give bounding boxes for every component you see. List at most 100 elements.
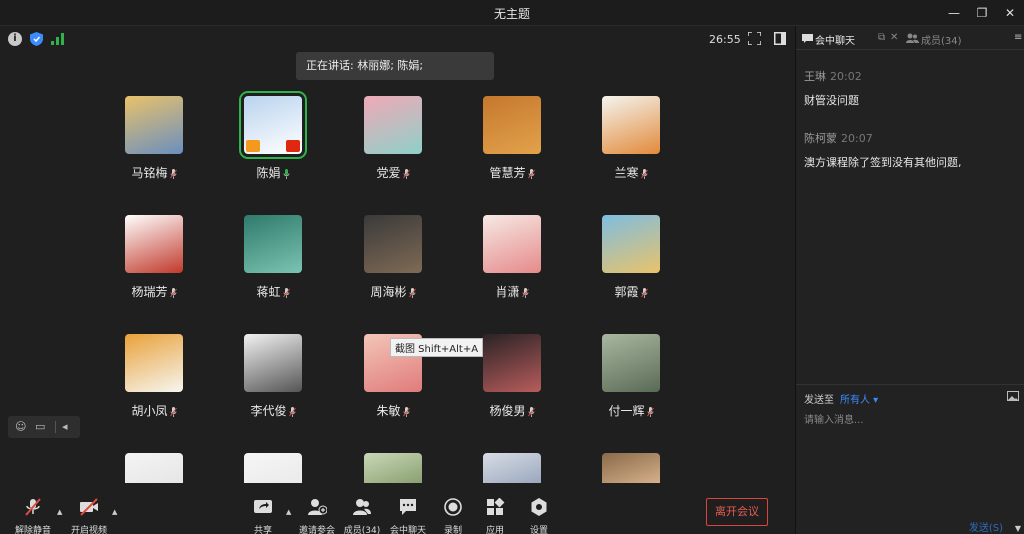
participant-name: 周海彬 <box>370 285 407 299</box>
popout-icon[interactable]: ⧉ <box>878 32 885 43</box>
participant-avatar <box>244 334 302 392</box>
participant-avatar <box>483 334 541 392</box>
signal-strength-icon[interactable] <box>51 33 65 45</box>
participant-tile[interactable]: 郭霞 <box>586 215 676 300</box>
participant-name: 兰寒 <box>614 166 639 180</box>
sidebar-menu-icon[interactable]: ≡ <box>1014 32 1022 43</box>
minimize-icon[interactable]: — <box>945 4 963 22</box>
window-title: 无主题 <box>493 7 530 21</box>
participant-tile[interactable] <box>586 453 676 483</box>
participant-avatar <box>125 334 183 392</box>
participant-name-row: 朱敏 <box>348 402 438 419</box>
video-grid-area: i 26:55 正在讲话: 林丽娜; 陈娟; 马铭梅 陈娟 党爱 管慧芳 兰寒 杨瑞芳 蒋虹… <box>0 26 794 534</box>
participant-avatar <box>244 453 302 483</box>
message-text: 财管没问题 <box>804 94 859 107</box>
chat-icon <box>400 499 416 515</box>
reaction-bar: ☺ ▭ ◂ <box>8 416 80 438</box>
comment-icon[interactable]: ▭ <box>35 421 47 433</box>
mic-muted-icon <box>646 406 654 417</box>
chat-compose: 发送至 所有人 ▾ 请输入消息... 发送(S) ▼ <box>796 384 1024 534</box>
bottom-toolbar: 解除静音 ▲ 开启视频 ▲ 共享 ▲ 邀请参会 成员(34) 会中聊天 录制 应… <box>0 490 794 534</box>
participant-avatar <box>125 215 183 273</box>
participant-name: 胡小凤 <box>131 404 168 418</box>
participant-name-row: 蒋虹 <box>228 283 318 300</box>
mic-muted-icon <box>640 168 648 179</box>
members-button[interactable]: 成员(34) <box>337 498 387 534</box>
participant-tile[interactable]: 马铭梅 <box>109 96 199 181</box>
participant-tile[interactable]: 蒋虹 <box>228 215 318 300</box>
leave-meeting-button[interactable]: 离开会议 <box>706 498 768 526</box>
mic-muted-icon <box>408 287 416 298</box>
video-options-caret[interactable]: ▲ <box>112 508 118 516</box>
members-tab-icon <box>906 33 919 43</box>
collapse-left-icon[interactable]: ◂ <box>55 421 69 433</box>
participant-name: 陈娟 <box>256 166 281 180</box>
participant-tile[interactable]: 管慧芳 <box>467 96 557 181</box>
chat-tab-icon <box>802 34 813 43</box>
participant-tile[interactable]: 杨瑞芳 <box>109 215 199 300</box>
message-input[interactable]: 请输入消息... <box>804 411 864 426</box>
chat-button[interactable]: 会中聊天 <box>383 498 433 534</box>
layout-toggle-icon[interactable] <box>774 32 786 45</box>
participant-tile[interactable] <box>228 453 318 483</box>
restore-icon[interactable]: ❐ <box>973 4 991 22</box>
title-bar: 无主题 — ❐ ✕ <box>0 0 1024 26</box>
participant-avatar <box>483 453 541 483</box>
participant-tile[interactable]: 付一辉 <box>586 334 676 419</box>
participant-avatar <box>364 96 422 154</box>
share-label: 共享 <box>253 526 272 534</box>
close-chat-icon[interactable]: ✕ <box>890 32 898 43</box>
participant-name-row: 胡小凤 <box>109 402 199 419</box>
security-shield-icon[interactable] <box>30 32 43 46</box>
unmute-button[interactable]: 解除静音 <box>8 498 58 534</box>
participant-tile[interactable] <box>109 453 199 483</box>
participant-name: 管慧芳 <box>489 166 526 180</box>
chat-sidebar: 会中聊天 ⧉ ✕ 成员(34) ≡ 王琳 20:02 财管没问题 陈柯蒙 20:07… <box>795 26 1024 534</box>
info-icon[interactable]: i <box>8 32 22 46</box>
send-options-caret[interactable]: ▼ <box>1015 524 1021 533</box>
participant-name-row: 杨俊男 <box>467 402 557 419</box>
participant-tile[interactable]: 李代俊 <box>228 334 318 419</box>
participant-tile[interactable]: 党爱 <box>348 96 438 181</box>
gear-icon <box>531 498 547 516</box>
participant-avatar <box>364 453 422 483</box>
tab-chat[interactable]: 会中聊天 <box>815 32 855 47</box>
participant-tile[interactable]: 胡小凤 <box>109 334 199 419</box>
mic-muted-icon <box>282 287 290 298</box>
send-to-label: 发送至 <box>804 395 834 406</box>
screenshot-tooltip: 截图 Shift+Alt+A <box>390 338 484 357</box>
participant-name-row: 杨瑞芳 <box>109 283 199 300</box>
participant-name: 李代俊 <box>250 404 287 418</box>
audio-options-caret[interactable]: ▲ <box>57 508 63 516</box>
participant-tile[interactable]: 兰寒 <box>586 96 676 181</box>
participant-tile[interactable] <box>467 453 557 483</box>
participant-tile[interactable]: 周海彬 <box>348 215 438 300</box>
participant-tile[interactable]: 肖潇 <box>467 215 557 300</box>
mic-muted-icon <box>402 406 410 417</box>
settings-button[interactable]: 设置 <box>514 498 564 534</box>
mic-muted-icon <box>169 168 177 179</box>
participant-name: 杨俊男 <box>489 404 526 418</box>
participant-tile[interactable]: 陈娟 <box>228 91 318 181</box>
close-icon[interactable]: ✕ <box>1001 4 1019 22</box>
apps-button[interactable]: 应用 <box>470 497 520 534</box>
tab-members[interactable]: 成员(34) <box>921 32 962 47</box>
participant-avatar <box>602 453 660 483</box>
chat-label: 会中聊天 <box>389 526 426 534</box>
send-to-dropdown[interactable]: 所有人 ▾ <box>840 395 878 406</box>
share-button[interactable]: 共享 <box>238 498 288 534</box>
image-icon[interactable] <box>1007 391 1019 401</box>
start-video-button[interactable]: 开启视频 <box>64 498 114 534</box>
participant-name: 杨瑞芳 <box>131 285 168 299</box>
participant-tile[interactable] <box>348 453 438 483</box>
fullscreen-icon[interactable] <box>748 32 761 45</box>
mic-active-icon <box>283 168 289 179</box>
participant-avatar <box>125 453 183 483</box>
participant-avatar <box>239 91 307 159</box>
send-button[interactable]: 发送(S) <box>969 519 1003 534</box>
invite-button[interactable]: 邀请参会 <box>292 498 342 534</box>
participant-name-row: 周海彬 <box>348 283 438 300</box>
mic-muted-icon <box>527 406 535 417</box>
meeting-status-icons: i <box>8 32 65 46</box>
emoji-icon[interactable]: ☺ <box>15 421 27 433</box>
